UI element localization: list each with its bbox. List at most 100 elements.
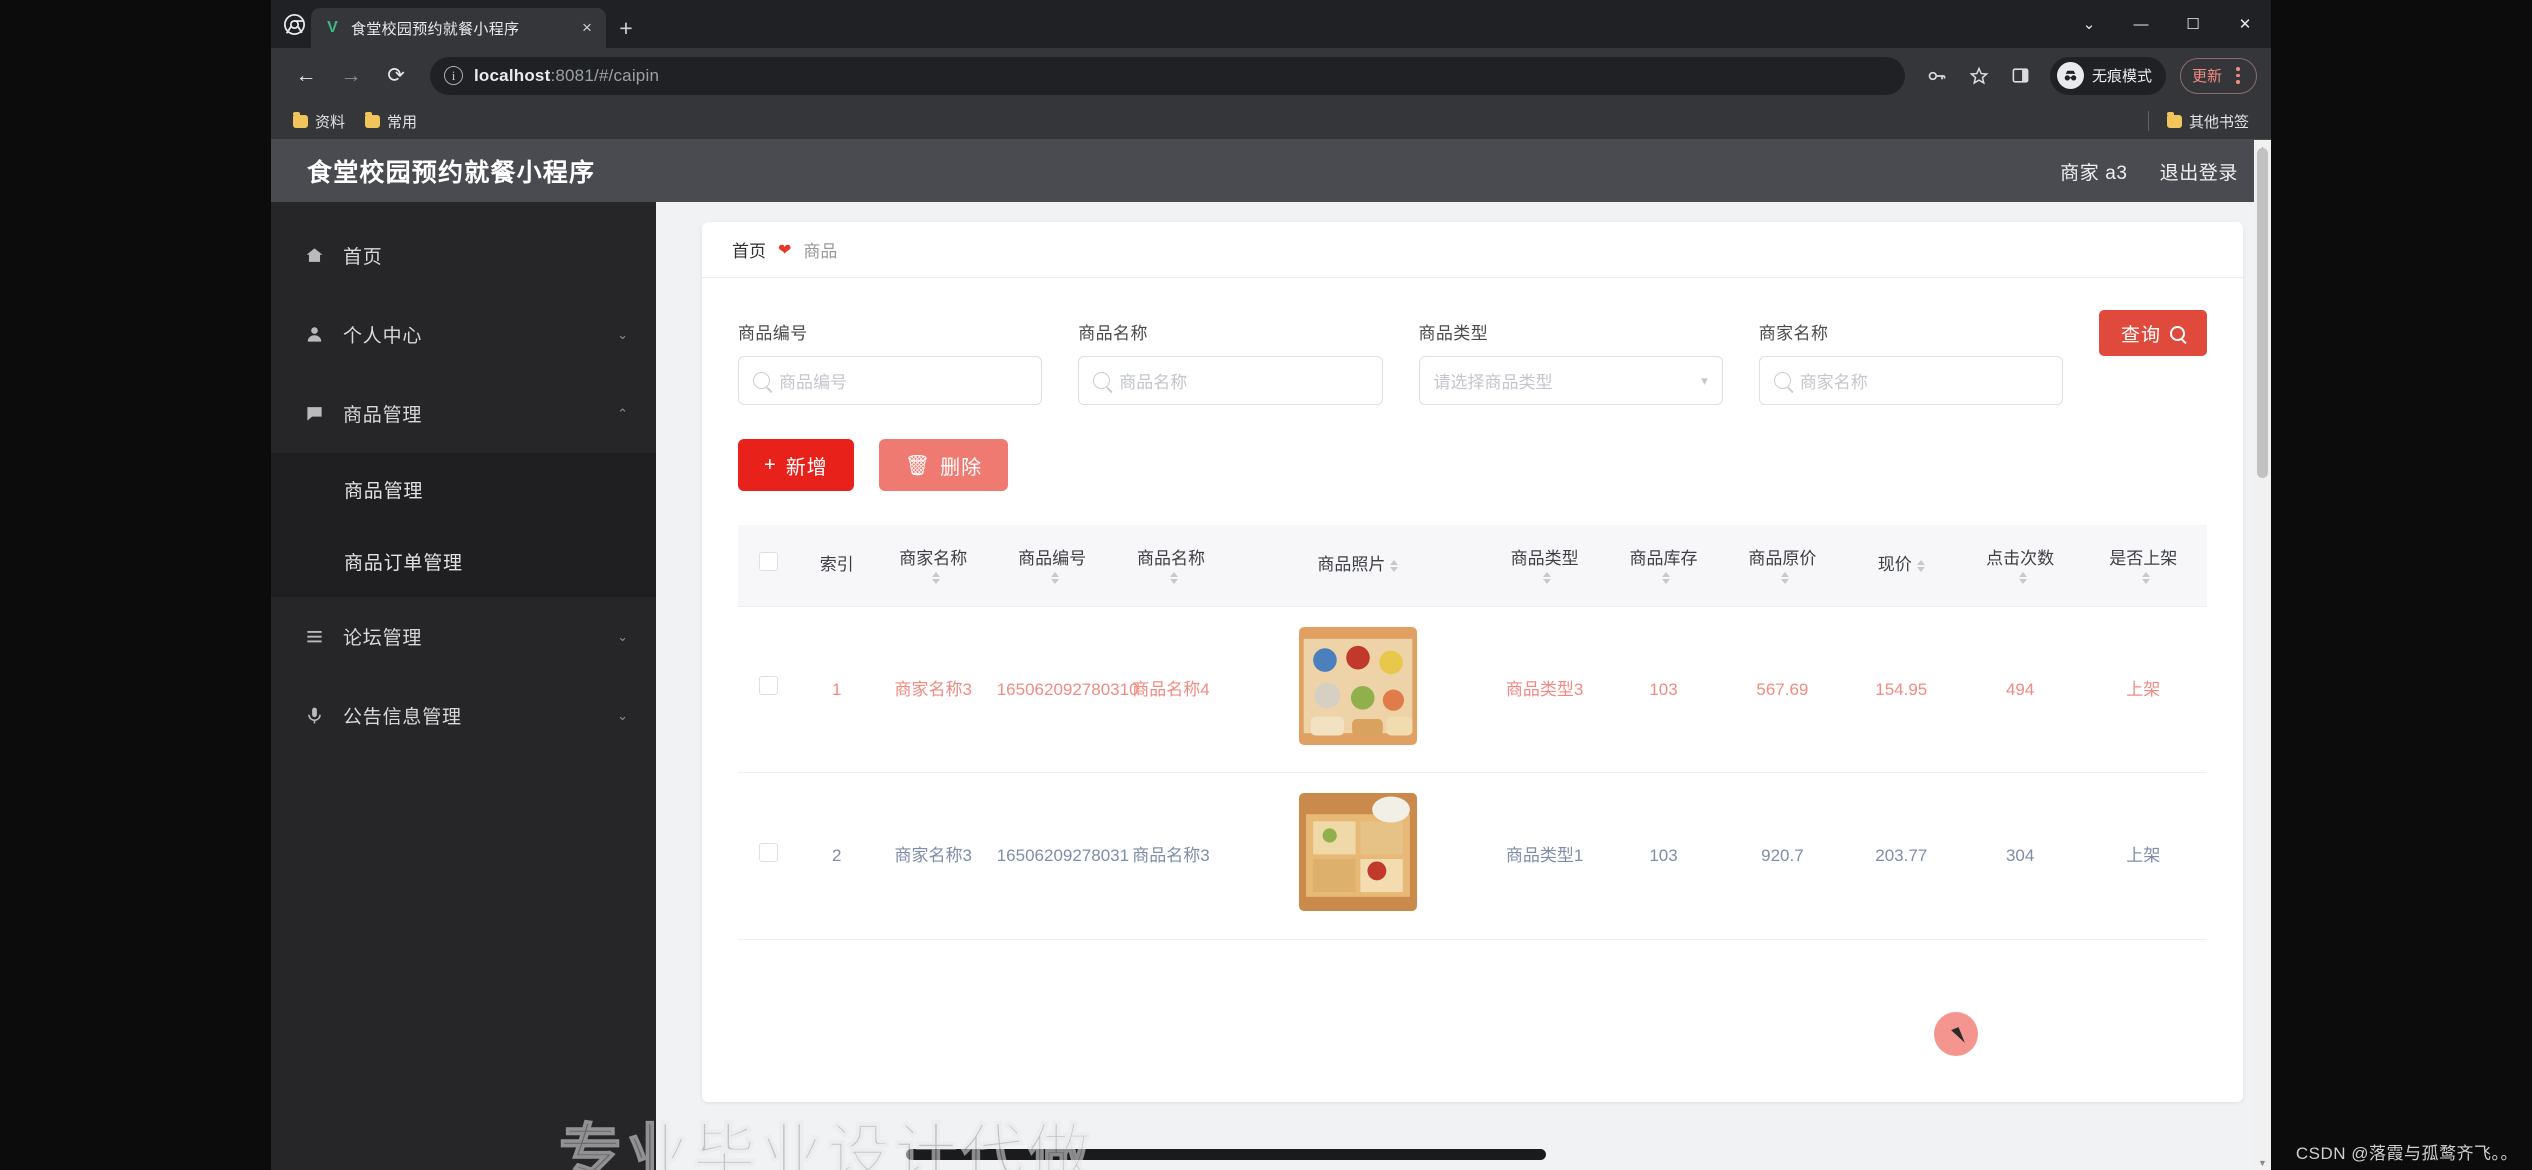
update-button[interactable]: 更新 — [2179, 57, 2257, 94]
csdn-watermark: CSDN @落霞与孤鹜齐飞。。 — [2295, 1144, 2518, 1163]
chevron-down-icon[interactable]: ▾ — [1701, 373, 1708, 389]
cell-merchant: 商家名称3 — [873, 772, 993, 940]
side-panel-icon[interactable] — [2002, 57, 2040, 95]
sort-icon[interactable] — [2018, 571, 2027, 584]
row-checkbox[interactable] — [759, 676, 779, 696]
column-listed[interactable]: 是否上架 — [2079, 525, 2207, 607]
column-merchant[interactable]: 商家名称 — [873, 525, 993, 607]
cell-photo — [1230, 606, 1486, 774]
product-type-select[interactable]: 请选择商品类型 ▾ — [1418, 356, 1723, 405]
cell-listed: 上架 — [2079, 772, 2207, 940]
column-code[interactable]: 商品编号 — [992, 525, 1112, 607]
logout-button[interactable]: 退出登录 — [2160, 158, 2238, 185]
product-name-input[interactable]: 商品名称 — [1078, 356, 1383, 405]
browser-tab[interactable]: V 食堂校园预约就餐小程序 × — [311, 8, 606, 48]
action-bar: + 新增 🗑 删除 — [702, 405, 2243, 491]
sort-icon[interactable] — [1390, 559, 1399, 572]
kebab-menu-icon[interactable] — [2226, 62, 2250, 90]
content-area: 首页 ❤ 商品 商品编号 商品编号 商品名称 商品名称 商品类型 请选择商品类型… — [656, 202, 2271, 1170]
column-original-price[interactable]: 商品原价 — [1722, 525, 1842, 607]
add-button[interactable]: + 新增 — [738, 439, 854, 491]
column-photo[interactable]: 商品照片 — [1230, 525, 1486, 607]
scroll-down-arrow[interactable]: ▼ — [2254, 1154, 2271, 1170]
sort-icon[interactable] — [1662, 571, 1671, 584]
star-icon[interactable] — [1960, 57, 1998, 95]
app-header-right: 商家 a3 退出登录 — [2060, 158, 2238, 185]
app-header: 食堂校园预约就餐小程序 商家 a3 退出登录 — [271, 140, 2271, 202]
cell-photo — [1230, 772, 1486, 940]
trash-icon: 🗑 — [904, 454, 932, 477]
reload-button[interactable]: ⟳ — [375, 55, 417, 97]
sidebar-item-label: 个人中心 — [343, 326, 423, 347]
row-checkbox[interactable] — [759, 842, 779, 862]
key-icon[interactable] — [1918, 57, 1956, 95]
content-card: 首页 ❤ 商品 商品编号 商品编号 商品名称 商品名称 商品类型 请选择商品类型… — [702, 222, 2243, 1160]
back-button[interactable]: ← — [285, 55, 327, 97]
table-header-row: 索引 商家名称 商品编号 商品名称 商品照片 商品类型 商品库存 商品原价 现价 — [738, 525, 2207, 607]
microphone-icon — [303, 706, 325, 725]
other-bookmarks-label: 其他书签 — [2188, 113, 2249, 131]
address-bar[interactable]: i localhost:8081/#/caipin — [430, 56, 1905, 95]
sort-icon[interactable] — [1050, 571, 1059, 584]
sort-icon[interactable] — [1543, 571, 1552, 584]
product-code-input[interactable]: 商品编号 — [738, 356, 1043, 405]
new-tab-button[interactable]: + — [606, 8, 646, 48]
filter-label: 商品类型 — [1418, 324, 1489, 343]
url-host: localhost — [474, 65, 551, 85]
column-stock[interactable]: 商品库存 — [1604, 525, 1723, 607]
close-icon[interactable]: × — [576, 17, 598, 39]
column-label: 商品照片 — [1317, 555, 1386, 574]
chevron-down-icon[interactable]: ⌄ — [2063, 0, 2115, 48]
column-clicks[interactable]: 点击次数 — [1960, 525, 2080, 607]
column-name[interactable]: 商品名称 — [1111, 525, 1231, 607]
sidebar-item-forum-management[interactable]: 论坛管理 ⌄ — [271, 597, 656, 676]
sort-icon[interactable] — [2141, 571, 2150, 584]
sidebar-item-announcement-management[interactable]: 公告信息管理 ⌄ — [271, 676, 656, 755]
other-bookmarks-button[interactable]: 其他书签 — [2159, 107, 2257, 136]
sidebar-item-personal-center[interactable]: 个人中心 ⌄ — [271, 295, 656, 374]
incognito-indicator[interactable]: 无痕模式 — [2049, 56, 2166, 95]
sidebar-subitem-product-management[interactable]: 商品管理 — [271, 453, 656, 525]
maximize-button[interactable]: ☐ — [2167, 0, 2219, 48]
product-photo[interactable] — [1298, 793, 1417, 912]
minimize-button[interactable]: — — [2115, 0, 2167, 48]
filter-product-type: 商品类型 请选择商品类型 ▾ — [1418, 319, 1723, 405]
sidebar-submenu: 商品管理 商品订单管理 — [271, 453, 656, 597]
column-current-price[interactable]: 现价 — [1841, 525, 1961, 607]
column-type[interactable]: 商品类型 — [1485, 525, 1605, 607]
select-all-checkbox[interactable] — [759, 552, 779, 571]
cell-index: 1 — [799, 606, 874, 774]
merchant-name-input[interactable]: 商家名称 — [1758, 356, 2063, 405]
column-label: 商品名称 — [1137, 549, 1206, 568]
table-row[interactable]: 1 商家名称3 165062092780310 商品名称4 商品类型3 103 … — [738, 606, 2207, 774]
cell-name: 商品名称3 — [1111, 772, 1231, 940]
delete-button[interactable]: 🗑 删除 — [878, 439, 1009, 491]
close-window-button[interactable]: ✕ — [2219, 0, 2271, 48]
chevron-up-icon: ⌃ — [617, 405, 628, 421]
info-circle-icon[interactable]: i — [444, 66, 463, 85]
forward-button[interactable]: → — [330, 55, 372, 97]
search-icon — [753, 372, 770, 389]
sort-icon[interactable] — [1916, 559, 1925, 572]
sort-icon[interactable] — [931, 571, 940, 584]
bookmark-item[interactable]: 常用 — [357, 107, 425, 136]
browser-window: V 食堂校园预约就餐小程序 × + ⌄ — ☐ ✕ ← → ⟳ i localh… — [271, 0, 2271, 1170]
column-label: 商品编号 — [1018, 549, 1087, 568]
sidebar-item-home[interactable]: 首页 — [271, 216, 656, 295]
product-photo[interactable] — [1298, 626, 1417, 745]
sort-icon[interactable] — [1780, 571, 1789, 584]
input-placeholder: 商品名称 — [1119, 373, 1188, 392]
sidebar-item-label: 公告信息管理 — [343, 707, 462, 728]
breadcrumb-home[interactable]: 首页 — [732, 237, 766, 262]
sidebar-subitem-product-order-management[interactable]: 商品订单管理 — [271, 525, 656, 597]
sort-icon[interactable] — [1169, 571, 1178, 584]
bookmark-item[interactable]: 资料 — [285, 107, 353, 136]
sidebar-item-product-management[interactable]: 商品管理 ⌃ — [271, 374, 656, 453]
search-button[interactable]: 查询 — [2099, 310, 2208, 356]
incognito-label: 无痕模式 — [2091, 68, 2152, 85]
table-row[interactable]: 2 商家名称3 16506209278031 商品名称3 商品类型1 103 9… — [738, 772, 2207, 940]
browser-toolbar: ← → ⟳ i localhost:8081/#/caipin 无痕模式 更新 — [271, 48, 2271, 103]
page-scrollbar[interactable]: ▲ ▼ — [2254, 140, 2271, 1170]
filter-label: 商家名称 — [1758, 324, 1829, 343]
page-scrollbar-thumb[interactable] — [2257, 148, 2268, 478]
